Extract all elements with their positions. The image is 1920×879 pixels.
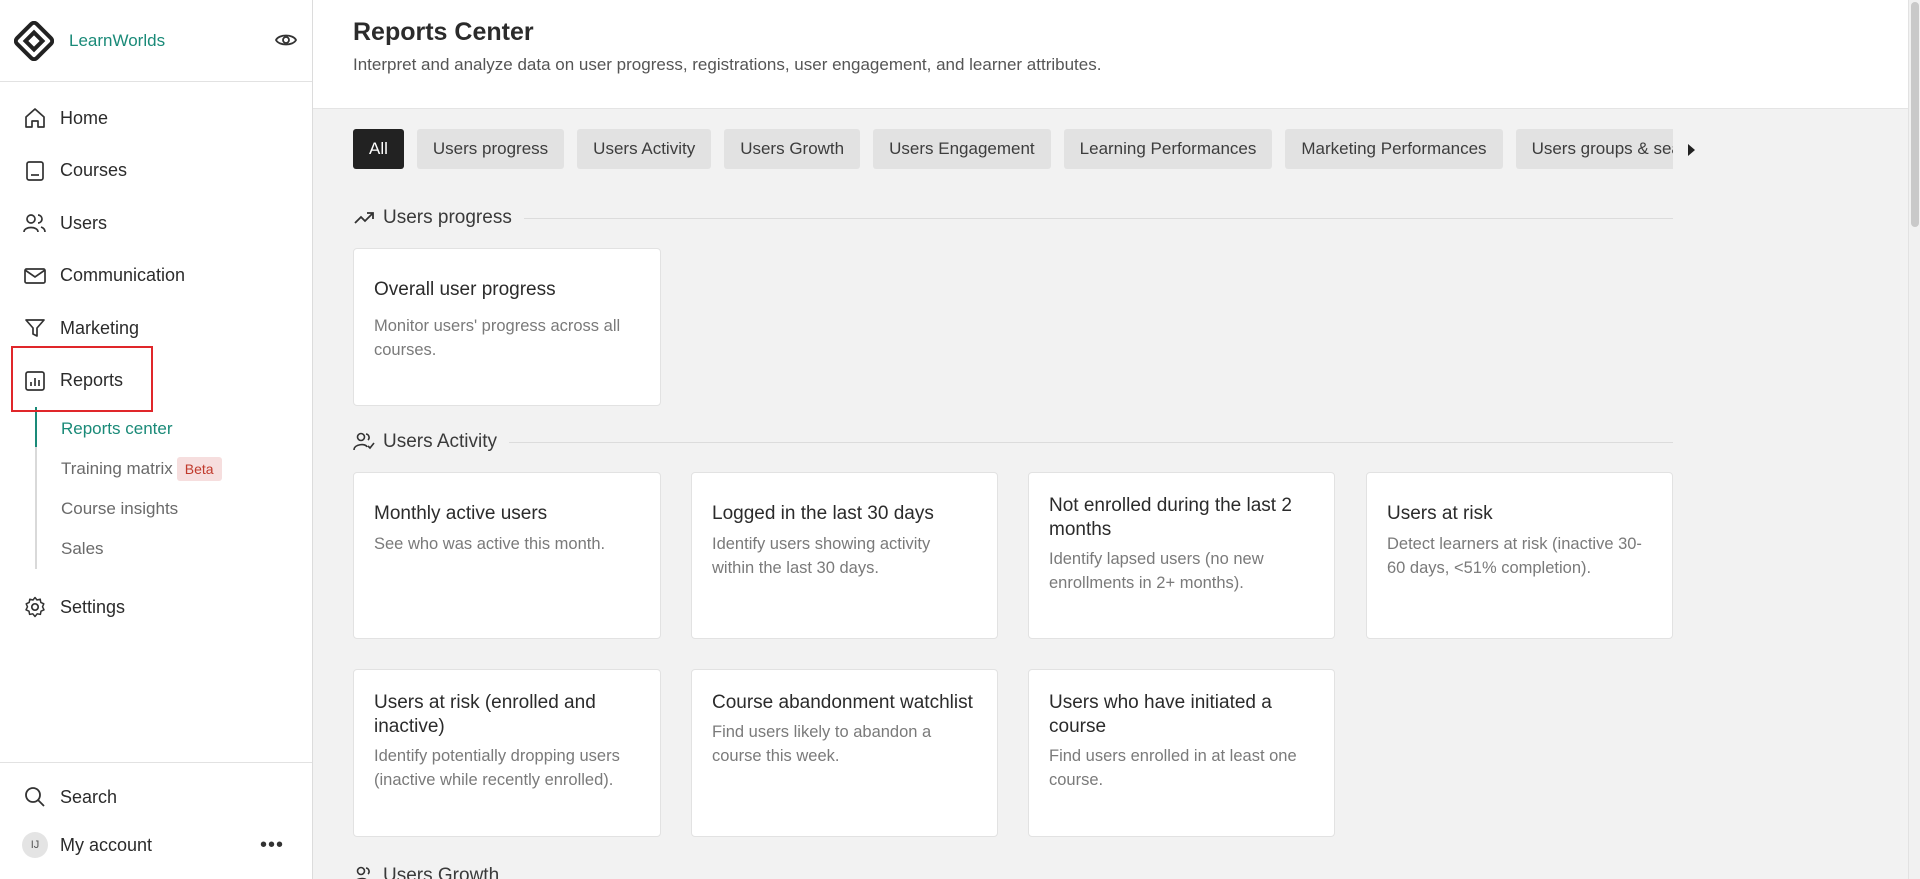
more-options-icon[interactable]: ••• (260, 834, 284, 857)
my-account-label: My account (60, 834, 153, 855)
report-card-not-enrolled-last-2-months[interactable]: Not enrolled during the last 2 months Id… (1028, 472, 1335, 639)
funnel-icon (22, 315, 48, 341)
nav-label-communication: Communication (60, 265, 186, 286)
reports-subnav: Reports center Training matrix Beta Cour… (35, 407, 312, 569)
report-card-users-initiated-course[interactable]: Users who have initiated a course Find u… (1028, 669, 1335, 837)
page-title: Reports Center (353, 18, 534, 46)
search-icon (22, 784, 48, 810)
report-card-overall-user-progress[interactable]: Overall user progress Monitor users' pro… (353, 248, 661, 406)
subnav-label: Reports center (61, 419, 173, 438)
section-users-progress: Users progress (353, 207, 1673, 229)
gear-icon (22, 594, 48, 620)
card-description: See who was active this month. (374, 535, 606, 553)
card-description: Detect learners at risk (inactive 30-60 … (1387, 535, 1642, 577)
beta-badge: Beta (176, 457, 222, 481)
user-activity-icon (353, 431, 375, 453)
card-description: Monitor users' progress across all cours… (374, 317, 621, 359)
nav-item-reports[interactable]: Reports (0, 355, 312, 408)
chart-icon (22, 368, 48, 394)
nav-item-settings[interactable]: Settings (0, 581, 312, 634)
page-scrollbar[interactable] (1908, 0, 1920, 879)
report-card-logged-in-last-30-days[interactable]: Logged in the last 30 days Identify user… (691, 472, 998, 639)
main-content: All Users progress Users Activity Users … (353, 109, 1673, 879)
report-card-course-abandonment-watchlist[interactable]: Course abandonment watchlist Find users … (691, 669, 998, 837)
report-card-users-at-risk-enrolled-inactive[interactable]: Users at risk (enrolled and inactive) Id… (353, 669, 661, 837)
nav-label-settings: Settings (60, 596, 126, 617)
subnav-active-indicator (35, 407, 37, 447)
home-icon (22, 105, 48, 131)
nav-item-users[interactable]: Users (0, 197, 312, 250)
my-account-button[interactable]: IJ My account ••• (0, 821, 312, 869)
user-growth-icon (353, 865, 375, 879)
card-title: Course abandonment watchlist (712, 692, 973, 713)
section-title: Users progress (383, 207, 512, 228)
card-description: Find users likely to abandon a course th… (712, 723, 932, 765)
subnav-label: Training matrix (61, 459, 173, 478)
card-description: Identify users showing activity within t… (712, 535, 931, 577)
tab-users-activity[interactable]: Users Activity (577, 129, 712, 169)
section-users-activity: Users Activity (353, 431, 1673, 453)
tab-users-groups-seats[interactable]: Users groups & seats (1515, 129, 1673, 169)
nav-label-courses: Courses (60, 160, 128, 181)
report-card-users-at-risk[interactable]: Users at risk Detect learners at risk (i… (1366, 472, 1673, 639)
tab-users-engagement[interactable]: Users Engagement (873, 129, 1051, 169)
section-title: Users Growth (383, 865, 500, 879)
preview-eye-icon[interactable] (274, 28, 298, 52)
subnav-item-course-insights[interactable]: Course insights (61, 489, 312, 529)
sidebar-bottom: Search IJ My account ••• (0, 762, 312, 879)
report-card-monthly-active-users[interactable]: Monthly active users See who was active … (353, 472, 661, 639)
nav-item-home[interactable]: Home (0, 92, 312, 145)
card-description: Identify potentially dropping users (ina… (374, 747, 620, 789)
nav-item-communication[interactable]: Communication (0, 250, 312, 303)
main-nav: Home Courses Users Communication Marketi… (0, 82, 312, 634)
users-icon (22, 210, 48, 236)
sidebar: LearnWorlds Home Courses Users Communica… (0, 0, 313, 879)
section-title: Users Activity (383, 431, 498, 452)
card-description: Find users enrolled in at least one cour… (1049, 747, 1297, 789)
section-divider (523, 217, 1673, 219)
mail-icon (22, 263, 48, 289)
card-title: Monthly active users (374, 503, 548, 524)
nav-item-marketing[interactable]: Marketing (0, 302, 312, 355)
card-title: Logged in the last 30 days (712, 503, 934, 524)
card-title: Users at risk (1387, 503, 1493, 524)
subnav-label: Course insights (61, 499, 179, 518)
book-icon (22, 158, 48, 184)
page-subtitle: Interpret and analyze data on user progr… (353, 55, 1102, 74)
card-title: Not enrolled during the last 2 months (1049, 495, 1292, 540)
nav-label-marketing: Marketing (60, 317, 140, 338)
nav-label-users: Users (60, 212, 108, 233)
subnav-label: Sales (61, 539, 104, 558)
tab-learning-performances[interactable]: Learning Performances (1063, 129, 1273, 169)
tab-users-progress[interactable]: Users progress (416, 129, 565, 169)
subnav-item-sales[interactable]: Sales (61, 529, 312, 569)
search-label: Search (60, 786, 118, 807)
avatar: IJ (22, 832, 48, 858)
nav-label-reports: Reports (60, 370, 124, 391)
nav-label-home: Home (60, 107, 109, 128)
brand-header: LearnWorlds (0, 0, 312, 82)
brand-name[interactable]: LearnWorlds (69, 31, 165, 51)
card-description: Identify lapsed users (no new enrollment… (1049, 550, 1264, 592)
section-divider (509, 441, 1673, 443)
scrollbar-thumb[interactable] (1911, 2, 1919, 227)
subnav-item-reports-center[interactable]: Reports center (61, 409, 312, 449)
search-button[interactable]: Search (0, 773, 312, 821)
page-header: Reports Center Interpret and analyze dat… (313, 0, 1908, 109)
card-title: Overall user progress (374, 279, 556, 300)
tab-users-growth[interactable]: Users Growth (724, 129, 861, 169)
learnworlds-logo-icon[interactable] (14, 20, 54, 61)
tab-all[interactable]: All (353, 129, 404, 169)
section-users-growth: Users Growth (353, 865, 1673, 879)
card-title: Users at risk (enrolled and inactive) (374, 692, 596, 737)
trending-up-icon (353, 207, 375, 229)
tab-marketing-performances[interactable]: Marketing Performances (1285, 129, 1503, 169)
nav-item-courses[interactable]: Courses (0, 145, 312, 198)
card-title: Users who have initiated a course (1049, 692, 1272, 737)
tabs-scroll-right-icon[interactable] (1684, 139, 1698, 161)
subnav-item-training-matrix[interactable]: Training matrix Beta (61, 449, 312, 489)
category-tabs: All Users progress Users Activity Users … (353, 129, 1673, 169)
